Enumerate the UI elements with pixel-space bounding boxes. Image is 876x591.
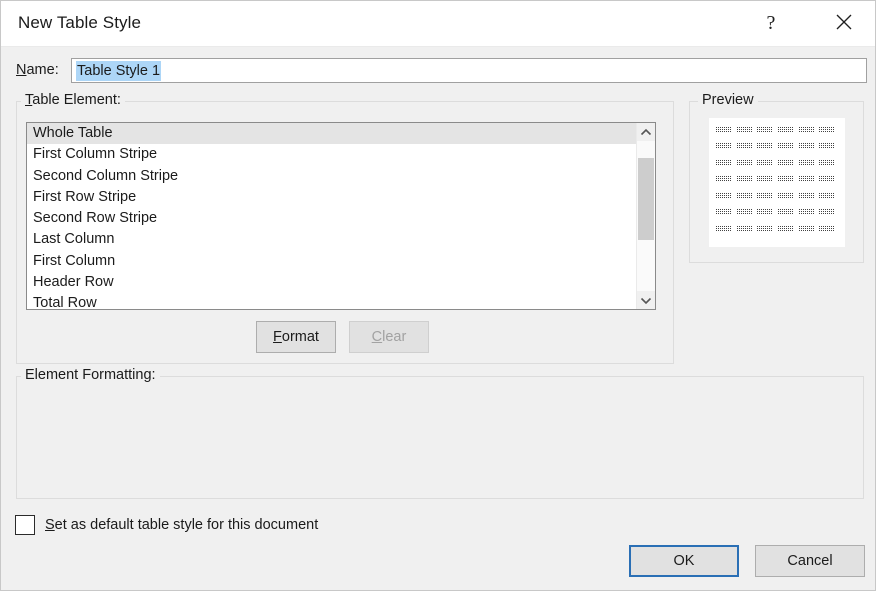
preview-cell: [798, 175, 814, 182]
list-item[interactable]: Last Column: [27, 229, 636, 250]
preview-row: [709, 141, 845, 149]
preview-cell: [757, 126, 773, 132]
set-default-row[interactable]: Set as default table style for this docu…: [15, 514, 318, 536]
element-formatting-group: [16, 376, 864, 499]
preview-cell: [778, 224, 793, 231]
preview-row: [709, 191, 845, 199]
dialog-title: New Table Style: [18, 13, 142, 32]
close-icon: [835, 13, 853, 34]
format-button[interactable]: Format: [256, 321, 336, 353]
format-button-accel: F: [273, 329, 282, 345]
preview-cell: [716, 175, 731, 182]
name-label-rest: ame:: [26, 62, 59, 78]
preview-cell: [736, 175, 752, 182]
preview-cell: [819, 142, 835, 149]
preview-cell: [778, 175, 793, 182]
preview-cell: [757, 158, 773, 165]
preview-cell: [778, 126, 793, 132]
cancel-button[interactable]: Cancel: [755, 545, 865, 577]
preview-cell: [778, 142, 793, 149]
preview-cell: [778, 158, 793, 165]
preview-cell: [757, 142, 773, 149]
list-item[interactable]: Total Row: [27, 293, 636, 309]
preview-cell: [798, 208, 814, 215]
preview-row: [709, 207, 845, 215]
preview-cell: [736, 158, 752, 165]
question-mark-icon: ?: [766, 12, 776, 34]
new-table-style-dialog: New Table Style ? Name: Table Style 1 Ta…: [0, 0, 876, 591]
scroll-up-button[interactable]: [637, 123, 655, 141]
preview-row: [709, 158, 845, 166]
preview-cell: [736, 142, 752, 149]
chevron-down-icon: [640, 296, 652, 305]
scrollbar-thumb[interactable]: [638, 157, 654, 240]
preview-cell: [736, 224, 752, 231]
ok-button[interactable]: OK: [629, 545, 739, 577]
clear-button[interactable]: Clear: [349, 321, 429, 353]
list-item[interactable]: Second Column Stripe: [27, 166, 636, 187]
name-input[interactable]: Table Style 1: [71, 58, 867, 83]
preview-cell: [736, 208, 752, 215]
preview-cell: [716, 158, 731, 165]
clear-button-accel: C: [371, 329, 383, 345]
list-item[interactable]: Second Row Stripe: [27, 208, 636, 229]
preview-cell: [798, 142, 814, 149]
preview-row: [709, 224, 845, 232]
preview-cell: [819, 175, 835, 182]
preview-group-label: Preview: [698, 92, 758, 108]
chevron-up-icon: [640, 128, 652, 137]
name-label: Name:: [16, 62, 59, 78]
preview-cell: [736, 191, 752, 198]
preview-cell: [757, 208, 773, 215]
preview-cell: [798, 191, 814, 198]
help-button[interactable]: ?: [748, 1, 794, 45]
preview-cell: [716, 191, 731, 198]
preview-cell: [819, 208, 835, 215]
set-default-checkbox[interactable]: [15, 515, 35, 535]
preview-cell: [778, 191, 793, 198]
preview-cell: [716, 224, 731, 231]
preview-cell: [798, 224, 814, 231]
clear-button-label: lear: [382, 329, 407, 345]
format-button-label: ormat: [281, 329, 319, 345]
table-element-list: Whole Table First Column Stripe Second C…: [27, 123, 636, 309]
preview-cell: [716, 208, 731, 215]
preview-cell: [757, 224, 773, 231]
table-element-label-rest: able Element:: [32, 92, 121, 108]
preview-cell: [778, 208, 793, 215]
list-item[interactable]: First Row Stripe: [27, 187, 636, 208]
set-default-checkbox-label[interactable]: Set as default table style for this docu…: [45, 517, 318, 533]
close-button[interactable]: [819, 1, 869, 45]
preview-cell: [736, 126, 752, 132]
preview-row: [709, 125, 845, 133]
preview-cell: [798, 158, 814, 165]
preview-cell: [716, 142, 731, 149]
preview-cell: [819, 126, 835, 132]
preview-cell: [757, 175, 773, 182]
preview-row: [709, 174, 845, 182]
list-item[interactable]: First Column: [27, 251, 636, 272]
set-default-label-rest: et as default table style for this docum…: [54, 517, 319, 533]
element-formatting-group-label: Element Formatting:: [21, 367, 160, 383]
scroll-down-button[interactable]: [637, 291, 655, 309]
table-element-group-label: Table Element:: [21, 92, 125, 108]
preview-cell: [757, 191, 773, 198]
preview-cell: [819, 158, 835, 165]
preview-cell: [819, 224, 835, 231]
title-bar: New Table Style ?: [1, 1, 875, 47]
preview-cell: [798, 126, 814, 132]
preview-cell: [819, 191, 835, 198]
table-element-listbox[interactable]: Whole Table First Column Stripe Second C…: [26, 122, 656, 310]
list-item[interactable]: First Column Stripe: [27, 144, 636, 165]
name-input-value: Table Style 1: [76, 60, 162, 81]
table-style-preview: [709, 118, 845, 247]
preview-cell: [716, 126, 731, 132]
listbox-scrollbar[interactable]: [636, 123, 655, 309]
list-item[interactable]: Header Row: [27, 272, 636, 293]
set-default-label-accel: S: [45, 517, 55, 533]
list-item[interactable]: Whole Table: [27, 123, 636, 145]
name-label-accel: N: [16, 62, 27, 78]
